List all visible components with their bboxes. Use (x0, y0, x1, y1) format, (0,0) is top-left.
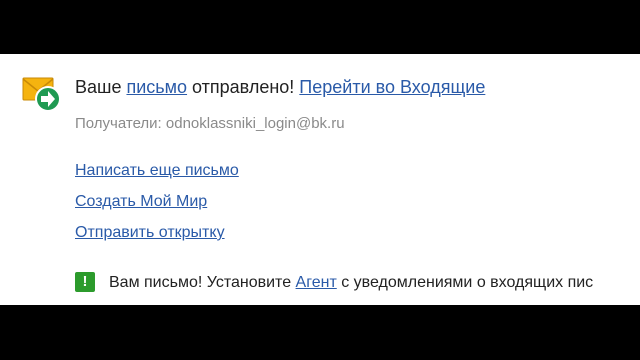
send-status-message: Ваше письмо отправлено! Перейти во Входя… (75, 76, 485, 98)
recipients-label: Получатели: (75, 115, 162, 132)
send-postcard-link-row: Отправить открытку (75, 223, 225, 243)
sent-letter-link[interactable]: письмо (126, 77, 187, 97)
send-postcard-link[interactable]: Отправить открытку (75, 224, 225, 241)
agent-notice: Вам письмо! Установите Агент с уведомлен… (109, 273, 593, 293)
letterbox-bottom (0, 305, 640, 360)
recipient-address: odnoklassniki_login@bk.ru (165, 115, 345, 132)
write-another-letter-link[interactable]: Написать еще письмо (75, 162, 239, 179)
notice-suffix: с уведомлениями о входящих пис (336, 274, 594, 291)
notice-prefix: Вам письмо! Установите (109, 274, 296, 291)
status-prefix: Ваше (75, 77, 127, 97)
mail-sent-panel: Ваше письмо отправлено! Перейти во Входя… (0, 54, 640, 305)
agent-link[interactable]: Агент (296, 274, 337, 291)
exclamation-icon: ! (75, 272, 95, 292)
envelope-arrow-icon (22, 77, 61, 112)
create-my-world-link[interactable]: Создать Мой Мир (75, 193, 207, 210)
create-my-world-link-row: Создать Мой Мир (75, 192, 207, 212)
recipients-line: Получатели: odnoklassniki_login@bk.ru (75, 115, 345, 133)
go-to-inbox-link[interactable]: Перейти во Входящие (299, 77, 485, 97)
letterbox-top (0, 0, 640, 54)
write-another-letter-link-row: Написать еще письмо (75, 161, 239, 181)
status-suffix: отправлено! (187, 77, 300, 97)
